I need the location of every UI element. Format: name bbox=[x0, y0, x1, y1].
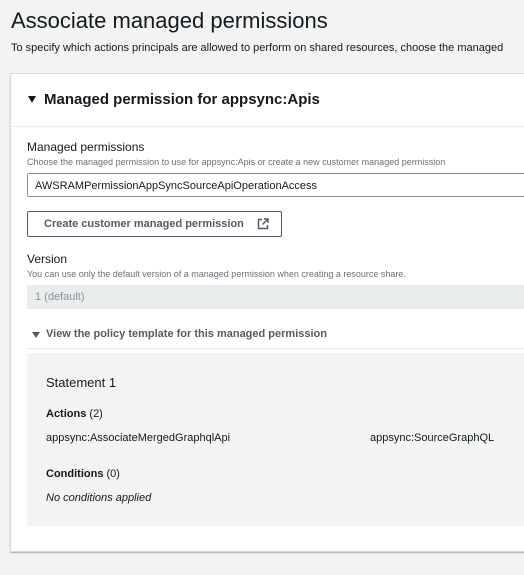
managed-permission-select[interactable]: AWSRAMPermissionAppSyncSourceApiOperatio… bbox=[27, 173, 524, 197]
caret-down-icon[interactable] bbox=[28, 96, 36, 103]
version-label: Version bbox=[27, 252, 68, 266]
panel-title: Managed permission for appsync:Apis bbox=[44, 91, 320, 108]
page: Associate managed permissions To specify… bbox=[0, 0, 524, 575]
conditions-label: Conditions bbox=[46, 468, 104, 480]
action-item: appsync:AssociateMergedGraphqlApi bbox=[46, 432, 231, 444]
panel-header[interactable]: Managed permission for appsync:Apis bbox=[11, 74, 524, 127]
statement-title: Statement 1 bbox=[46, 375, 117, 390]
create-button-label: Create customer managed permission bbox=[44, 218, 244, 230]
create-customer-managed-permission-button[interactable]: Create customer managed permission bbox=[27, 211, 282, 237]
page-description: To specify which actions principals are … bbox=[11, 42, 504, 54]
policy-template: Statement 1 Actions (2) appsync:Associat… bbox=[27, 353, 524, 526]
managed-permissions-description: Choose the managed permission to use for… bbox=[27, 157, 446, 167]
page-title: Associate managed permissions bbox=[11, 8, 328, 33]
external-link-icon bbox=[257, 218, 269, 230]
caret-down-icon[interactable] bbox=[32, 332, 40, 338]
policy-template-expander[interactable]: View the policy template for this manage… bbox=[27, 320, 524, 349]
conditions-count: (0) bbox=[106, 468, 120, 480]
policy-expander-label: View the policy template for this manage… bbox=[46, 328, 327, 340]
version-select: 1 (default) bbox=[27, 285, 524, 309]
actions-label: Actions bbox=[46, 408, 87, 420]
conditions-text: No conditions applied bbox=[46, 492, 152, 504]
managed-permission-panel: Managed permission for appsync:Apis Mana… bbox=[10, 73, 524, 552]
actions-count: (2) bbox=[89, 408, 103, 420]
action-item: appsync:SourceGraphQL bbox=[370, 432, 495, 444]
conditions-heading: Conditions (0) bbox=[46, 468, 120, 480]
actions-heading: Actions (2) bbox=[46, 408, 103, 420]
version-description: You can use only the default version of … bbox=[27, 269, 406, 279]
managed-permissions-label: Managed permissions bbox=[27, 140, 145, 154]
